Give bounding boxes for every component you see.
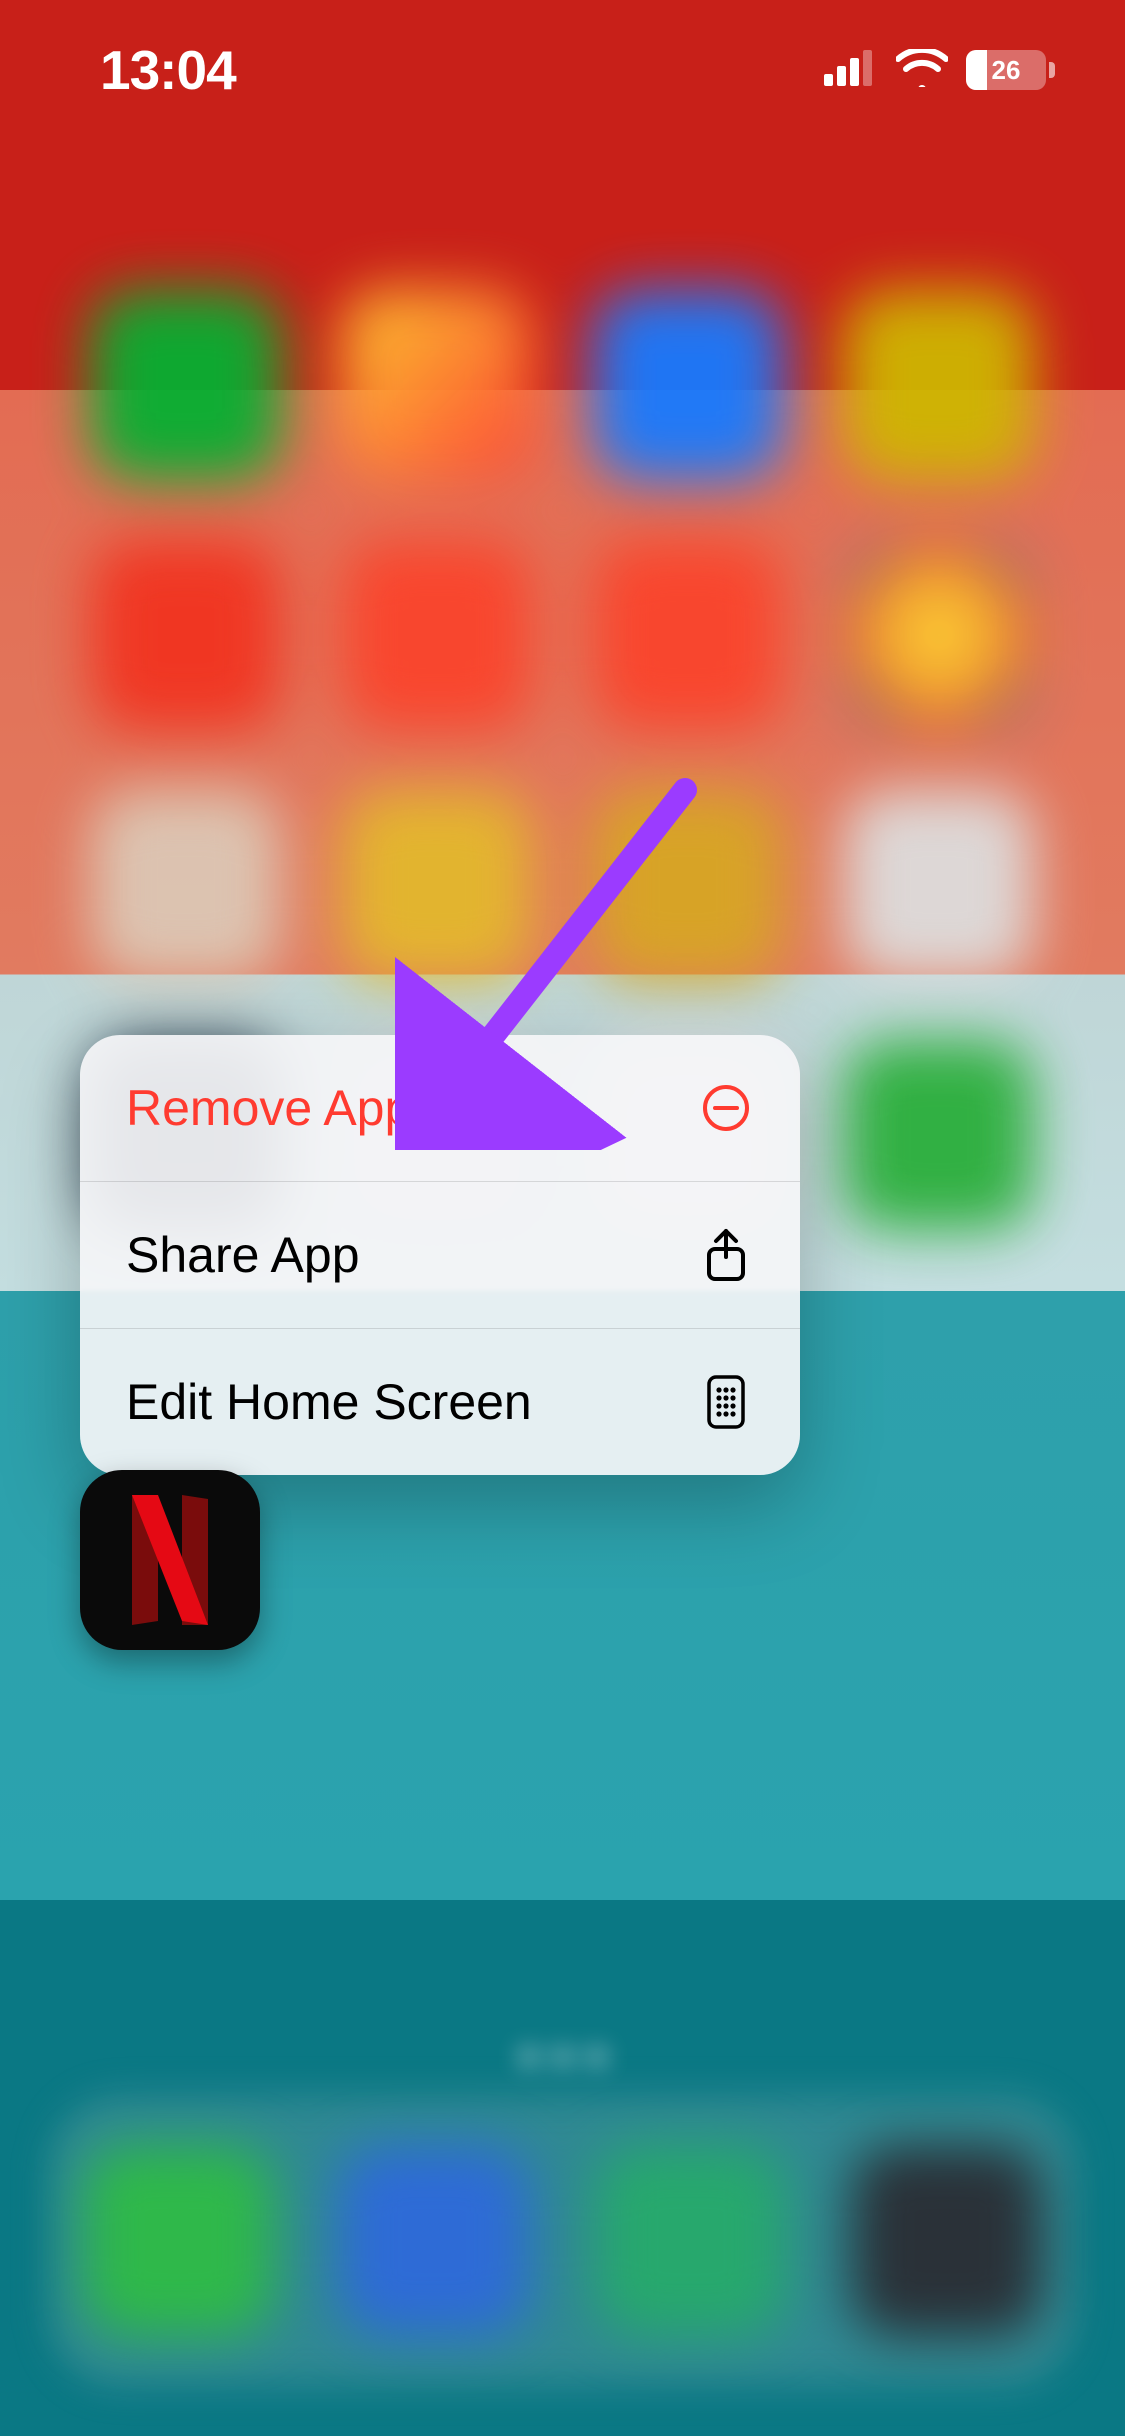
menu-item-label: Edit Home Screen [126, 1373, 532, 1431]
dock [50, 2106, 1075, 2376]
iphone-home-screen: 13:04 26 [0, 0, 1125, 2436]
dock-app-2[interactable] [339, 2146, 529, 2336]
edit-home-screen-menu-item[interactable]: Edit Home Screen [80, 1329, 800, 1475]
wifi-icon [896, 49, 948, 92]
app-context-menu: Remove App Share App Edit Home Screen [80, 1035, 800, 1475]
netflix-app-icon[interactable] [80, 1470, 260, 1650]
status-bar: 13:04 26 [0, 0, 1125, 140]
page-indicator[interactable] [0, 2048, 1125, 2066]
dock-app-1[interactable] [83, 2146, 273, 2336]
apps-grid-icon [698, 1374, 754, 1430]
netflix-n-logo-icon [120, 1495, 220, 1625]
dock-app-4[interactable] [852, 2146, 1042, 2336]
dock-app-3[interactable] [596, 2146, 786, 2336]
menu-item-label: Share App [126, 1226, 360, 1284]
remove-minus-circle-icon [698, 1080, 754, 1136]
status-indicators: 26 [824, 49, 1055, 92]
cellular-signal-icon [824, 50, 878, 91]
share-app-menu-item[interactable]: Share App [80, 1182, 800, 1329]
remove-app-menu-item[interactable]: Remove App [80, 1035, 800, 1182]
battery-indicator: 26 [966, 50, 1055, 90]
battery-percentage: 26 [992, 55, 1021, 86]
menu-item-label: Remove App [126, 1079, 412, 1137]
status-time: 13:04 [100, 38, 236, 102]
share-icon [698, 1227, 754, 1283]
